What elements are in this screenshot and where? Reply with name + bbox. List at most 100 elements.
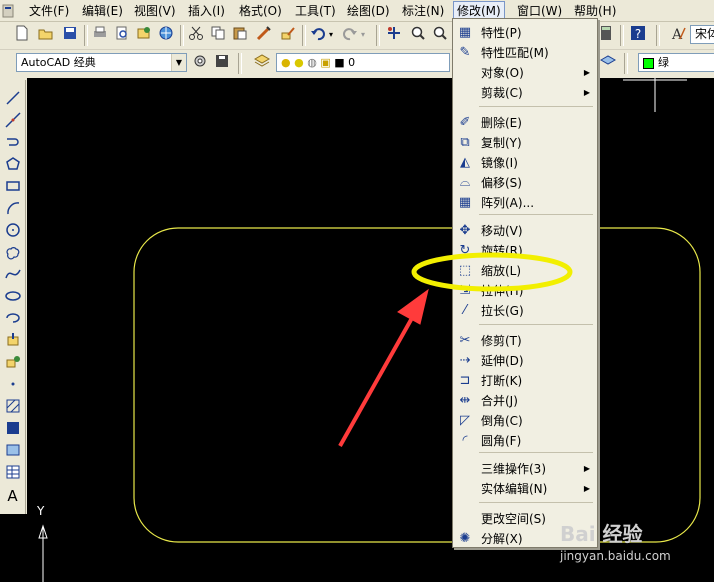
cut-icon[interactable] <box>186 25 206 45</box>
modify-menu-item-label: 偏移(S) <box>481 176 522 190</box>
modify-menu-item-label: 圆角(F) <box>481 434 522 448</box>
menu-format[interactable]: 格式(O) <box>236 3 285 19</box>
publish-icon[interactable] <box>134 25 154 45</box>
modify-menu-item[interactable]: ✥ 移动(V) <box>453 221 597 241</box>
menu-dimension[interactable]: 标注(N) <box>399 3 447 19</box>
print-preview-icon[interactable] <box>112 25 132 45</box>
drawing-canvas[interactable]: Y <box>27 78 714 582</box>
menu-insert[interactable]: 插入(I) <box>185 3 228 19</box>
modify-menu-item[interactable]: ⧉ 复制(Y) <box>453 133 597 153</box>
polyline-icon[interactable] <box>2 134 23 154</box>
toolbar-separator <box>376 25 380 46</box>
redo-icon[interactable] <box>340 25 360 45</box>
color-combo[interactable]: 绿 <box>638 53 714 72</box>
insert-block-icon[interactable] <box>2 332 23 352</box>
modify-menu-item[interactable]: ✎ 特性匹配(M) <box>453 43 597 63</box>
workspace-combo[interactable]: AutoCAD 经典 ▼ <box>16 53 187 72</box>
print-icon[interactable] <box>90 25 110 45</box>
copy-clip-icon[interactable] <box>208 25 228 45</box>
color-swatch-icon <box>643 57 654 69</box>
menu-separator <box>479 106 593 107</box>
new-file-icon[interactable] <box>12 25 32 45</box>
modify-menu-item[interactable]: 对象(O) ▶ <box>453 63 597 83</box>
construction-line-icon[interactable] <box>2 112 23 132</box>
modify-menu-item[interactable]: ✂ 修剪(T) <box>453 331 597 351</box>
rectangle-icon[interactable] <box>2 178 23 198</box>
menu-file[interactable]: 文件(F) <box>26 3 72 19</box>
undo-dropdown-icon[interactable]: ▾ <box>326 25 336 45</box>
workspace-save-icon[interactable] <box>212 53 232 73</box>
publish-web-icon[interactable] <box>156 25 176 45</box>
calculator-icon[interactable] <box>596 25 616 45</box>
modify-menu-item[interactable]: ◸ 倒角(C) <box>453 411 597 431</box>
table-icon[interactable] <box>2 464 23 484</box>
paste-icon[interactable] <box>230 25 250 45</box>
modify-menu-item[interactable]: ⇲ 拉伸(H) <box>453 281 597 301</box>
spline-icon[interactable] <box>2 266 23 286</box>
block-editor-icon[interactable] <box>278 25 298 45</box>
text-style-icon[interactable]: A <box>668 25 688 45</box>
menu-edit[interactable]: 编辑(E) <box>79 3 126 19</box>
zoom-realtime-icon[interactable] <box>408 25 428 45</box>
modify-menu-item-label: 拉伸(H) <box>481 284 524 298</box>
modify-menu-item[interactable]: ⁄ 拉长(G) <box>453 301 597 321</box>
revision-cloud-icon[interactable] <box>2 244 23 264</box>
modify-menu-item[interactable]: ✐ 删除(E) <box>453 113 597 133</box>
menu-tools[interactable]: 工具(T) <box>292 3 339 19</box>
circle-icon[interactable] <box>2 222 23 242</box>
zoom-window-icon[interactable] <box>430 25 450 45</box>
match-properties-icon: ✎ <box>459 45 471 60</box>
chevron-down-icon[interactable]: ▼ <box>171 54 186 71</box>
modify-menu-item[interactable]: ⌓ 偏移(S) <box>453 173 597 193</box>
modify-menu-item-label: 实体编辑(N) <box>481 482 548 496</box>
make-block-icon[interactable] <box>2 354 23 374</box>
undo-icon[interactable] <box>308 25 328 45</box>
layer-combo[interactable]: ● ● ◍ ▣ ■ 0 <box>276 53 450 72</box>
modify-menu-item[interactable]: ◜ 圆角(F) <box>453 431 597 451</box>
break-icon: ⊐ <box>459 373 471 388</box>
pan-realtime-icon[interactable] <box>384 25 404 45</box>
modify-menu-item[interactable]: ▦ 阵列(A)... <box>453 193 597 213</box>
open-file-icon[interactable] <box>36 25 56 45</box>
workspace-settings-icon[interactable] <box>190 53 210 73</box>
ellipse-icon[interactable] <box>2 288 23 308</box>
modify-menu-item[interactable]: ⊐ 打断(K) <box>453 371 597 391</box>
menu-draw[interactable]: 绘图(D) <box>344 3 393 19</box>
modify-menu-item[interactable]: ↻ 旋转(R) <box>453 241 597 261</box>
region-icon[interactable] <box>2 442 23 462</box>
toolbar-separator <box>180 25 184 46</box>
match-properties-toolbar-icon[interactable] <box>254 25 274 45</box>
save-icon[interactable] <box>60 25 80 45</box>
text-font-combo[interactable]: 宋体 <box>690 25 714 44</box>
ellipse-arc-icon[interactable] <box>2 310 23 330</box>
redo-dropdown-icon[interactable]: ▾ <box>358 25 368 45</box>
toolbar-separator <box>620 25 624 46</box>
gradient-icon[interactable] <box>2 420 23 440</box>
hatch-icon[interactable] <box>2 398 23 418</box>
point-icon[interactable] <box>2 376 23 396</box>
layer-previous-icon[interactable] <box>598 53 618 73</box>
modify-menu-item[interactable]: 三维操作(3) ▶ <box>453 459 597 479</box>
menu-separator <box>479 502 593 503</box>
menubar-grip-icon <box>2 3 14 19</box>
modify-menu-item[interactable]: 实体编辑(N) ▶ <box>453 479 597 499</box>
layer-manager-icon[interactable] <box>252 53 272 73</box>
stretch-icon: ⇲ <box>459 283 471 298</box>
modify-menu-item[interactable]: ⬚ 缩放(L) <box>453 261 597 281</box>
modify-menu-item[interactable]: ⇢ 延伸(D) <box>453 351 597 371</box>
menu-window[interactable]: 窗口(W) <box>514 3 565 19</box>
modify-menu-item[interactable]: ▦ 特性(P) <box>453 23 597 43</box>
menu-view[interactable]: 视图(V) <box>131 3 179 19</box>
help-icon[interactable]: ? <box>628 25 648 45</box>
line-icon[interactable] <box>2 90 23 110</box>
modify-menu-item[interactable]: ⇹ 合并(J) <box>453 391 597 411</box>
modify-menu-item[interactable]: ◭ 镜像(I) <box>453 153 597 173</box>
modify-menu-item-label: 特性(P) <box>481 26 522 40</box>
menu-help[interactable]: 帮助(H) <box>571 3 619 19</box>
polygon-icon[interactable] <box>2 156 23 176</box>
toolbar-separator <box>84 25 88 46</box>
arc-icon[interactable] <box>2 200 23 220</box>
multiline-text-icon[interactable]: A <box>2 486 23 506</box>
modify-menu-item-label: 对象(O) <box>481 66 524 80</box>
modify-menu-item[interactable]: 剪裁(C) ▶ <box>453 83 597 103</box>
